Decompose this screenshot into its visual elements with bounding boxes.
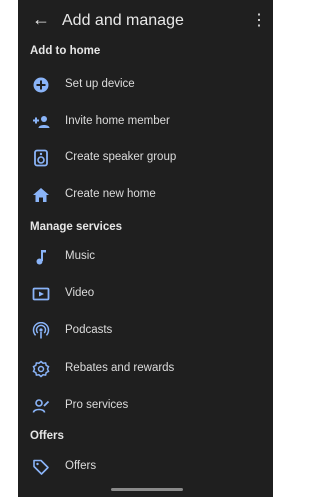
music-note-icon (36, 250, 46, 265)
page-title: Add and manage (62, 12, 184, 29)
menu-item-music[interactable]: Music (18, 240, 273, 276)
section-title-offers: Offers (30, 430, 64, 442)
menu-item-label: Offers (65, 460, 97, 472)
menu-item-create-speaker-group[interactable]: Create speaker group (18, 141, 273, 177)
menu-item-label: Music (65, 250, 96, 262)
menu-item-label: Podcasts (65, 324, 113, 336)
menu-item-video[interactable]: Video (18, 277, 273, 313)
home-icon (33, 188, 49, 202)
menu-item-set-up-device[interactable]: Set up device (18, 68, 273, 104)
background-window (0, 0, 18, 497)
menu-item-label: Set up device (65, 78, 135, 90)
rebate-icon (32, 360, 50, 378)
add-person-icon (33, 116, 50, 128)
speaker-icon (34, 149, 48, 167)
plus-circle-icon (33, 77, 49, 93)
section-title-add-to-home: Add to home (30, 45, 101, 57)
tag-icon (33, 459, 49, 475)
menu-item-podcasts[interactable]: Podcasts (18, 314, 273, 350)
pro-services-icon (32, 399, 50, 413)
menu-item-invite-home-member[interactable]: Invite home member (18, 105, 273, 141)
menu-item-label: Invite home member (65, 115, 170, 127)
menu-item-pro-services[interactable]: Pro services (18, 389, 273, 425)
section-title-manage-services: Manage services (30, 221, 123, 233)
menu-item-rebates-and-rewards[interactable]: Rebates and rewards (18, 352, 273, 388)
menu-item-label: Create speaker group (65, 151, 177, 163)
more-options-icon[interactable]: ⋮ (251, 13, 267, 29)
menu-item-offers[interactable]: Offers (18, 450, 273, 486)
menu-item-label: Pro services (65, 399, 129, 411)
menu-item-label: Create new home (65, 188, 156, 200)
menu-item-label: Rebates and rewards (65, 362, 175, 374)
phone-screen: ← Add and manage ⋮ Add to home Set up de… (18, 0, 273, 497)
menu-item-label: Video (65, 287, 95, 299)
back-arrow-icon[interactable]: ← (32, 9, 50, 30)
podcast-icon (32, 322, 50, 339)
gesture-navigation-bar[interactable] (111, 488, 183, 491)
app-bar: ← Add and manage ⋮ (18, 0, 273, 42)
video-icon (32, 287, 50, 301)
menu-item-create-new-home[interactable]: Create new home (18, 178, 273, 214)
